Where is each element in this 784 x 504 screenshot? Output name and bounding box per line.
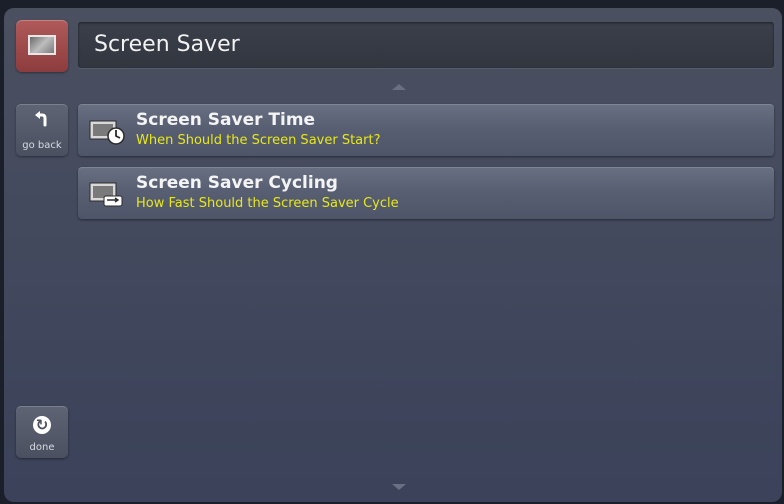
page-title: Screen Saver [94, 32, 240, 57]
go-back-label: go back [22, 140, 62, 151]
menu-item-screen-saver-time[interactable]: Screen Saver Time When Should the Screen… [78, 104, 774, 156]
screen-cycle-icon [88, 179, 128, 209]
picture-frame-icon [28, 35, 56, 55]
screen-saver-icon [16, 20, 68, 72]
menu-item-title: Screen Saver Time [136, 110, 316, 130]
menu-item-subtitle: When Should the Screen Saver Start? [136, 133, 381, 148]
refresh-circle-icon: ↻ [16, 412, 68, 434]
back-arrow-icon [16, 110, 68, 132]
scroll-up-icon[interactable] [392, 84, 406, 90]
menu-item-subtitle: How Fast Should the Screen Saver Cycle [136, 196, 399, 211]
done-button[interactable]: ↻ done [16, 406, 68, 458]
menu-item-screen-saver-cycling[interactable]: Screen Saver Cycling How Fast Should the… [78, 167, 774, 219]
screen: Screen Saver go back Screen Saver Time W… [4, 8, 782, 502]
scroll-down-icon[interactable] [392, 484, 406, 490]
screen-clock-icon [88, 116, 128, 146]
menu-item-title: Screen Saver Cycling [136, 173, 338, 193]
done-label: done [29, 442, 55, 453]
go-back-button[interactable]: go back [16, 104, 68, 156]
title-bar: Screen Saver [78, 22, 774, 68]
